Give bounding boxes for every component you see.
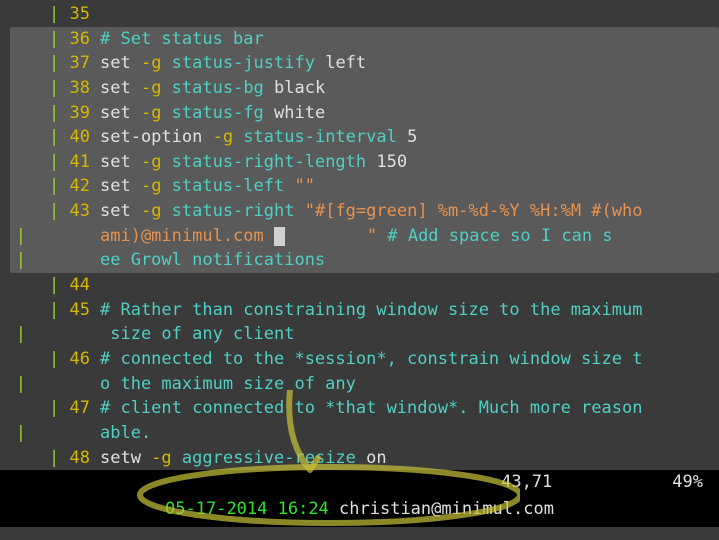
highlighted-region: | 36 # Set status bar | 37 set -g status… <box>10 27 719 273</box>
code-line: | 35 <box>10 2 719 27</box>
scroll-percent: 49% <box>672 470 703 495</box>
status-datetime: 05-17-2014 16:24 <box>165 499 339 519</box>
tmux-statusbar: 05-17-2014 16:24 christian@minimul.com <box>0 495 719 528</box>
vim-ruler: 43,71 49% <box>0 470 719 495</box>
code-editor[interactable]: | 35 | 36 # Set status bar | 37 set -g s… <box>0 0 719 470</box>
status-user-host: christian@minimul.com <box>339 499 554 519</box>
cursor <box>274 227 285 246</box>
cursor-position: 43,71 <box>501 470 552 495</box>
